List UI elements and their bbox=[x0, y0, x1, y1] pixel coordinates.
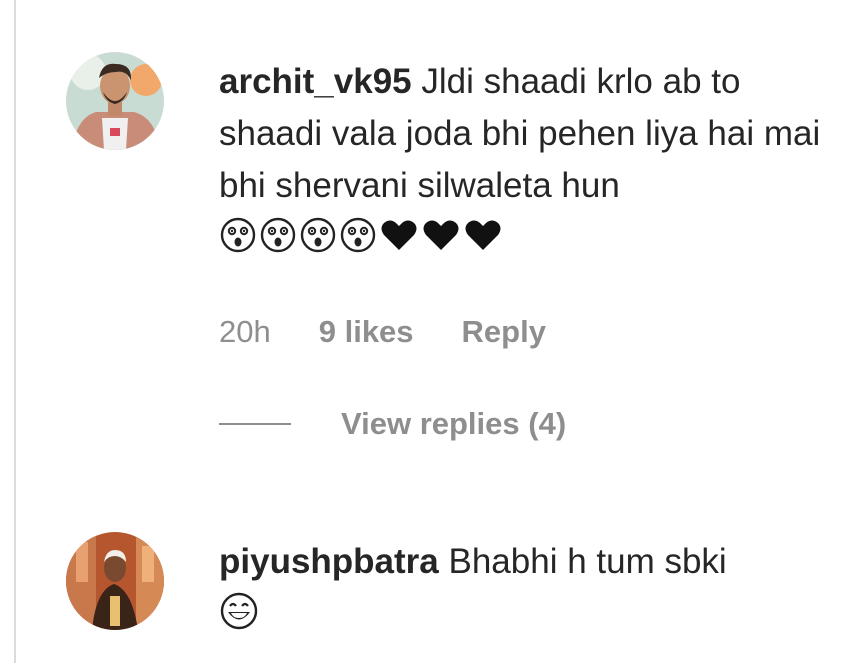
comment-timestamp[interactable]: 20h bbox=[219, 314, 271, 350]
black-heart-icon bbox=[465, 220, 501, 250]
astonished-face-icon bbox=[300, 217, 336, 253]
view-replies-label[interactable]: View replies (4) bbox=[341, 406, 566, 442]
comment-emojis bbox=[219, 212, 849, 258]
comment-username[interactable]: piyushpbatra bbox=[219, 542, 439, 581]
view-replies-button[interactable]: View replies (4) bbox=[219, 406, 849, 442]
comment-body: archit_vk95 Jldi shaadi krlo ab to shaad… bbox=[219, 56, 849, 442]
comment-text-block: piyushpbatra Bhabhi h tum sbki bbox=[219, 536, 849, 588]
view-replies-divider bbox=[219, 423, 291, 425]
avatar[interactable] bbox=[66, 52, 164, 150]
comment-username[interactable]: archit_vk95 bbox=[219, 62, 412, 101]
avatar-image bbox=[66, 52, 164, 150]
comment-meta: 20h 9 likes Reply bbox=[219, 314, 849, 350]
comment-text: Bhabhi h tum sbki bbox=[448, 542, 727, 581]
comments-panel: archit_vk95 Jldi shaadi krlo ab to shaad… bbox=[0, 0, 850, 663]
comment-emojis bbox=[219, 588, 849, 634]
avatar-image bbox=[66, 532, 164, 630]
comment-body: piyushpbatra Bhabhi h tum sbki bbox=[219, 536, 849, 634]
astonished-face-icon bbox=[220, 217, 256, 253]
comment-likes-count[interactable]: 9 likes bbox=[319, 314, 414, 350]
black-heart-icon bbox=[423, 220, 459, 250]
avatar[interactable] bbox=[66, 532, 164, 630]
astonished-face-icon bbox=[260, 217, 296, 253]
panel-left-border bbox=[0, 0, 16, 663]
comment-text-block: archit_vk95 Jldi shaadi krlo ab to shaad… bbox=[219, 56, 849, 212]
black-heart-icon bbox=[381, 220, 417, 250]
astonished-face-icon bbox=[340, 217, 376, 253]
grinning-face-icon bbox=[220, 592, 258, 630]
reply-button[interactable]: Reply bbox=[462, 314, 546, 350]
